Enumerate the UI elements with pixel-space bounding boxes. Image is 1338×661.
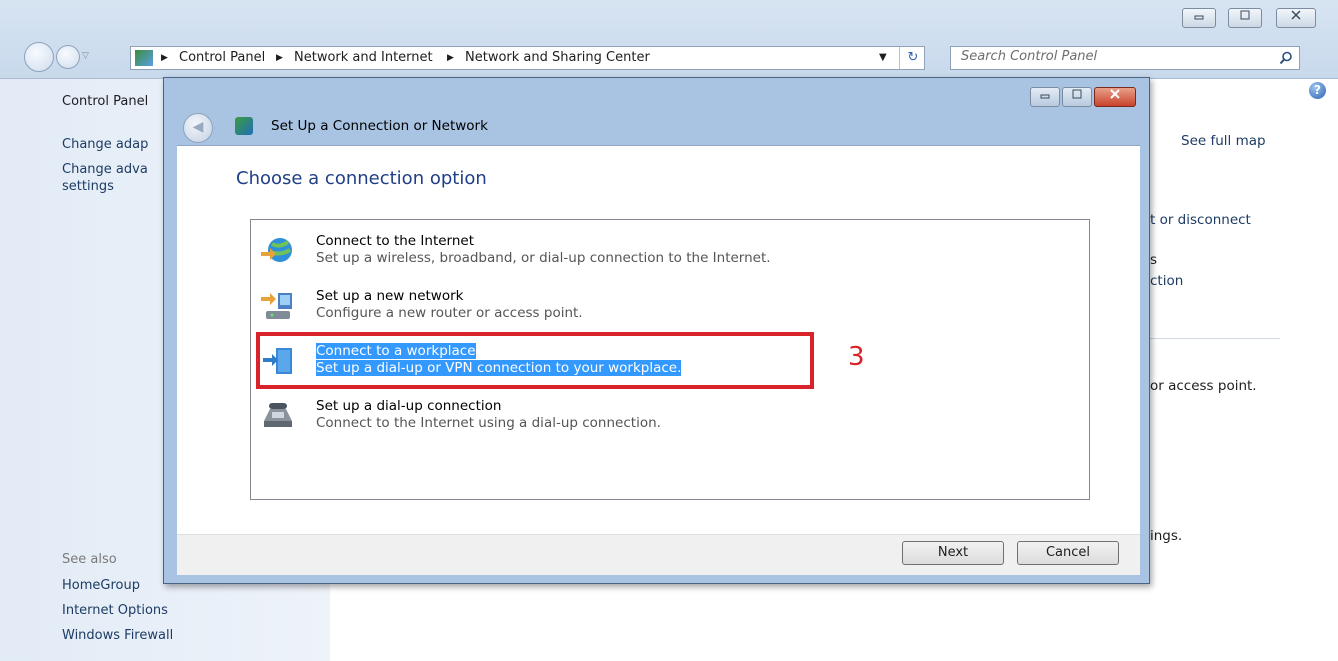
breadcrumb-network-and-internet[interactable]: Network and Internet	[294, 47, 433, 69]
option-title: Set up a new network	[316, 288, 464, 304]
left-nav-change-adapter[interactable]: Change adap	[62, 137, 148, 152]
option-description: Set up a wireless, broadband, or dial-up…	[316, 250, 771, 266]
refresh-icon[interactable]: ↻	[899, 47, 926, 69]
see-also-internet-options[interactable]: Internet Options	[62, 603, 168, 618]
access-point-text: or access point.	[1150, 378, 1257, 394]
see-also-windows-firewall[interactable]: Windows Firewall	[62, 628, 173, 643]
annotation-highlight-box	[256, 332, 814, 389]
connect-disconnect-link[interactable]: t or disconnect	[1150, 212, 1251, 228]
dialog-title: Set Up a Connection or Network	[271, 118, 488, 134]
address-dropdown-icon[interactable]: ▼	[879, 47, 887, 69]
recent-pages-icon[interactable]: ▽	[82, 51, 89, 61]
breadcrumb-separator-icon: ▶	[447, 53, 454, 63]
annotation-step-number: 3	[848, 342, 865, 372]
dialog-close-button[interactable]	[1094, 87, 1136, 107]
see-full-map-link[interactable]: See full map	[1181, 133, 1266, 149]
back-button[interactable]	[24, 42, 54, 72]
setup-connection-link-fragment[interactable]: ction	[1150, 273, 1183, 289]
option-dialup[interactable]: Set up a dial-up connection Connect to t…	[258, 397, 878, 437]
breadcrumb-control-panel[interactable]: Control Panel	[179, 47, 265, 69]
search-placeholder: Search Control Panel	[961, 49, 1098, 64]
next-button[interactable]: Next	[902, 541, 1004, 565]
option-title: Set up a dial-up connection	[316, 398, 502, 414]
search-input[interactable]: Search Control Panel	[950, 46, 1300, 70]
option-description: Connect to the Internet using a dial-up …	[316, 415, 661, 431]
breadcrumb-network-sharing-center[interactable]: Network and Sharing Center	[465, 47, 650, 69]
option-connect-internet[interactable]: Connect to the Internet Set up a wireles…	[258, 232, 878, 272]
dialog-maximize-button[interactable]	[1062, 87, 1092, 107]
option-title: Connect to the Internet	[316, 233, 475, 249]
network-folder-icon	[135, 50, 153, 66]
see-also-heading: See also	[62, 552, 117, 567]
cancel-button[interactable]: Cancel	[1017, 541, 1119, 565]
breadcrumb-separator-icon: ▶	[276, 53, 283, 63]
globe-network-icon	[261, 238, 292, 262]
address-bar[interactable]: ▶ Control Panel ▶ Network and Internet ▶…	[130, 46, 925, 70]
section-divider	[1150, 338, 1280, 339]
option-new-network[interactable]: Set up a new network Configure a new rou…	[258, 287, 878, 327]
left-nav-change-advanced[interactable]: Change adva	[62, 162, 148, 177]
dialog-back-button[interactable]: ◀	[183, 113, 213, 143]
left-nav-control-panel-home[interactable]: Control Panel	[62, 94, 148, 109]
maximize-button[interactable]	[1228, 8, 1262, 28]
search-icon[interactable]	[1279, 51, 1293, 65]
main-text-fragment: s	[1150, 252, 1158, 268]
network-setup-icon	[235, 117, 253, 135]
left-nav-settings[interactable]: settings	[62, 179, 114, 194]
telephone-modem-icon	[264, 403, 292, 427]
close-button[interactable]	[1276, 8, 1316, 28]
forward-button[interactable]	[56, 45, 80, 69]
help-icon[interactable]: ?	[1309, 82, 1326, 99]
option-description: Configure a new router or access point.	[316, 305, 583, 321]
see-also-homegroup[interactable]: HomeGroup	[62, 578, 140, 593]
minimize-button[interactable]	[1182, 8, 1216, 28]
breadcrumb-separator-icon: ▶	[161, 53, 168, 63]
dialog-heading: Choose a connection option	[236, 168, 487, 189]
settings-text-fragment: ings.	[1150, 528, 1183, 544]
router-network-icon	[261, 293, 292, 319]
dialog-minimize-button[interactable]	[1030, 87, 1060, 107]
